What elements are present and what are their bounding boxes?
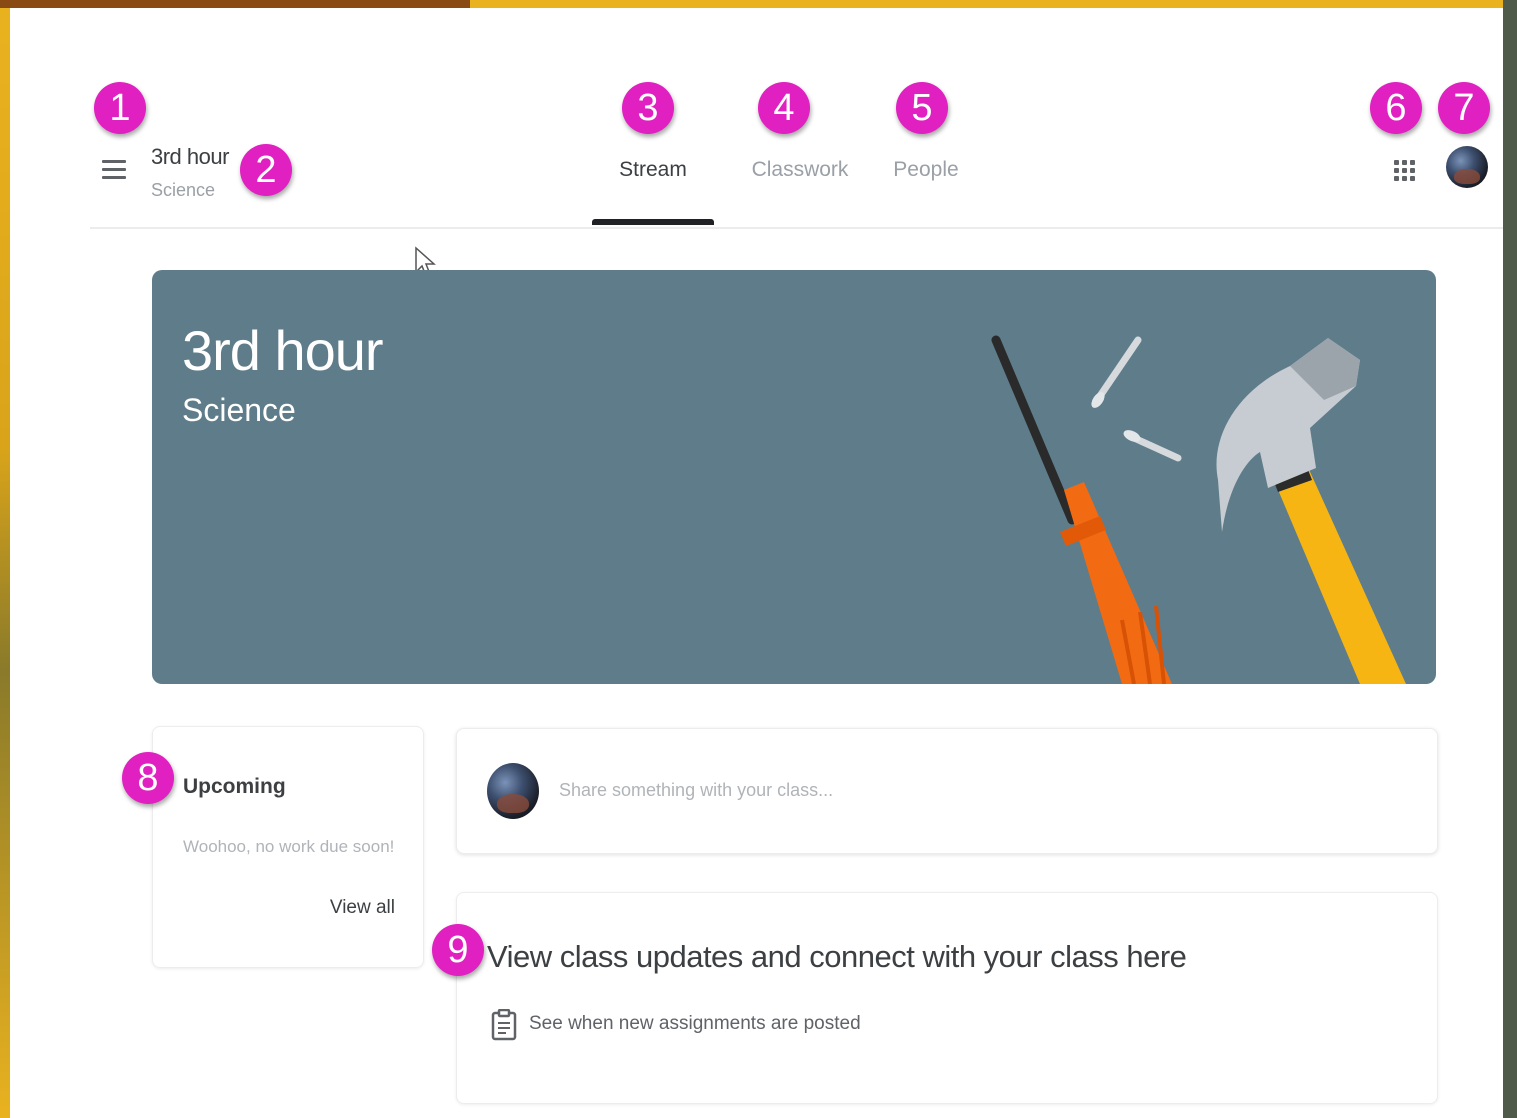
updates-item: See when new assignments are posted	[529, 1013, 861, 1034]
class-banner: 3rd hour Science	[152, 270, 1436, 684]
banner-subtitle: Science	[182, 392, 296, 428]
callout-6: 6	[1370, 82, 1422, 134]
banner-title[interactable]: 3rd hour	[182, 318, 384, 383]
header-class-section[interactable]: Science	[151, 180, 215, 201]
tab-classwork[interactable]: Classwork	[734, 158, 866, 182]
hamburger-menu-icon[interactable]	[102, 160, 126, 184]
share-card	[456, 728, 1438, 854]
callout-1: 1	[94, 82, 146, 134]
class-updates-card: View class updates and connect with your…	[456, 892, 1438, 1104]
frame-left-edge	[0, 0, 10, 1118]
callout-9: 9	[432, 924, 484, 976]
classroom-page: 3rd hour Science Stream Classwork People…	[10, 8, 1503, 1118]
callout-3: 3	[622, 82, 674, 134]
tools-illustration	[991, 335, 1406, 684]
callout-4: 4	[758, 82, 810, 134]
active-tab-indicator	[592, 219, 714, 225]
frame-top-edge	[0, 0, 470, 8]
callout-8: 8	[122, 752, 174, 804]
account-avatar[interactable]	[1446, 146, 1488, 188]
upcoming-title: Upcoming	[183, 775, 286, 798]
header-class-name[interactable]: 3rd hour	[151, 144, 229, 170]
user-avatar	[487, 763, 539, 819]
share-input[interactable]	[557, 771, 1401, 809]
callout-5: 5	[896, 82, 948, 134]
clipboard-icon	[491, 1009, 517, 1041]
tab-stream[interactable]: Stream	[592, 158, 714, 182]
callout-2: 2	[240, 144, 292, 196]
view-all-link[interactable]: View all	[330, 897, 395, 919]
frame-right-edge	[1503, 0, 1517, 1118]
upcoming-card: Upcoming Woohoo, no work due soon! View …	[152, 726, 424, 968]
top-app-bar: 3rd hour Science Stream Classwork People	[10, 8, 1503, 229]
callout-7: 7	[1438, 82, 1490, 134]
header-divider	[90, 227, 1503, 229]
upcoming-empty-message: Woohoo, no work due soon!	[183, 837, 395, 856]
updates-heading: View class updates and connect with your…	[487, 939, 1187, 974]
apps-grid-icon[interactable]	[1394, 160, 1416, 182]
tab-people[interactable]: People	[878, 158, 974, 182]
